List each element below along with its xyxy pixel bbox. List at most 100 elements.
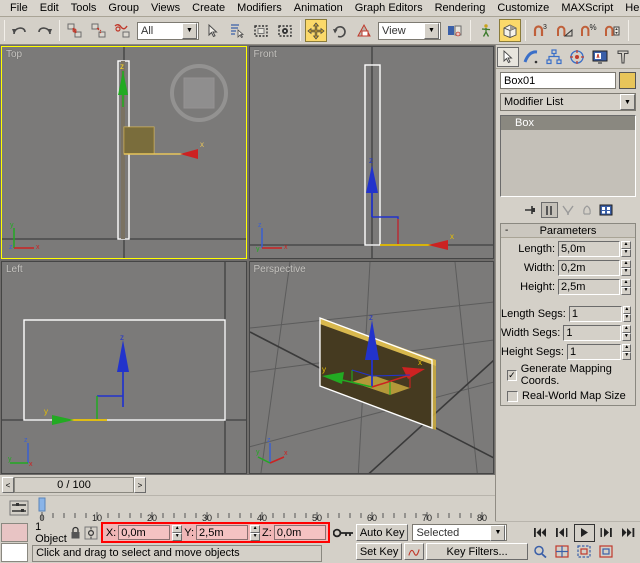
spinner-snap-toggle-button[interactable] bbox=[602, 19, 624, 42]
go-to-end-icon[interactable] bbox=[618, 524, 639, 542]
object-name-input[interactable]: Box01 bbox=[500, 72, 616, 89]
menu-item-maxscript[interactable]: MAXScript bbox=[555, 0, 619, 16]
time-slider-handle[interactable]: 0 / 100 bbox=[14, 477, 134, 493]
keyboard-shortcut-override-button[interactable] bbox=[499, 19, 521, 42]
reference-coordinate-system-dropdown[interactable]: View ▼ bbox=[378, 22, 441, 40]
tab-create[interactable] bbox=[497, 47, 519, 67]
modifier-list-dropdown[interactable]: Modifier List ▼ bbox=[500, 93, 636, 111]
pin-stack-icon[interactable] bbox=[522, 202, 539, 218]
selection-filter-dropdown[interactable]: All ▼ bbox=[137, 22, 199, 40]
configure-modifier-sets-icon[interactable] bbox=[598, 202, 615, 218]
chevron-down-icon[interactable]: ▼ bbox=[424, 23, 439, 39]
maxscript-mini-listener-output[interactable] bbox=[1, 543, 28, 562]
window-crossing-button[interactable] bbox=[274, 19, 296, 42]
make-unique-icon[interactable] bbox=[560, 202, 577, 218]
redo-button[interactable] bbox=[33, 19, 55, 42]
rectangular-selection-region-button[interactable] bbox=[250, 19, 272, 42]
tab-motion[interactable] bbox=[566, 47, 588, 67]
height-segs-input[interactable]: 1 bbox=[567, 344, 621, 360]
bind-to-space-warp-button[interactable] bbox=[112, 19, 134, 42]
menu-item-tools[interactable]: Tools bbox=[65, 0, 103, 16]
set-key-mode-icon[interactable] bbox=[404, 543, 424, 560]
menu-item-customize[interactable]: Customize bbox=[491, 0, 555, 16]
height-spinner[interactable]: ▲▼ bbox=[621, 279, 631, 295]
previous-frame-button[interactable]: < bbox=[2, 477, 14, 493]
chevron-down-icon[interactable]: ▼ bbox=[620, 94, 635, 110]
select-object-button[interactable] bbox=[202, 19, 224, 42]
collapse-toggle[interactable]: - bbox=[505, 225, 508, 236]
menu-item-file[interactable]: File bbox=[4, 0, 34, 16]
snap-toggle-button[interactable]: 3 bbox=[530, 19, 552, 42]
undo-button[interactable] bbox=[9, 19, 31, 42]
zoom-icon[interactable] bbox=[530, 543, 551, 561]
length-input[interactable]: 5,0m bbox=[558, 241, 620, 257]
parameters-rollout-header[interactable]: - Parameters bbox=[501, 224, 635, 238]
length-segs-spinner[interactable]: ▲▼ bbox=[623, 306, 631, 322]
y-spinner[interactable]: ▲▼ bbox=[250, 525, 260, 541]
viewport-left[interactable]: Left z y bbox=[1, 261, 247, 474]
menu-item-group[interactable]: Group bbox=[102, 0, 145, 16]
select-and-scale-button[interactable] bbox=[353, 19, 375, 42]
tab-modify[interactable] bbox=[520, 47, 542, 67]
menu-item-create[interactable]: Create bbox=[186, 0, 231, 16]
generate-mapping-coords-row[interactable]: ✓ Generate Mapping Coords. bbox=[507, 363, 635, 387]
menu-item-modifiers[interactable]: Modifiers bbox=[231, 0, 288, 16]
previous-frame-icon[interactable] bbox=[552, 524, 573, 542]
modifier-stack[interactable]: Box bbox=[500, 115, 636, 197]
real-world-map-size-row[interactable]: Real-World Map Size bbox=[507, 390, 635, 402]
select-by-name-button[interactable] bbox=[226, 19, 248, 42]
width-spinner[interactable]: ▲▼ bbox=[621, 260, 631, 276]
lock-icon[interactable] bbox=[70, 526, 81, 540]
zoom-extents-icon[interactable] bbox=[574, 543, 595, 561]
use-center-flyout-button[interactable] bbox=[444, 19, 466, 42]
real-world-map-size-checkbox[interactable] bbox=[507, 391, 518, 402]
menu-item-views[interactable]: Views bbox=[145, 0, 186, 16]
tab-hierarchy[interactable] bbox=[543, 47, 565, 67]
track-bar[interactable]: 0 1020 3040 5060 7080 bbox=[0, 495, 495, 521]
percent-snap-toggle-button[interactable]: % bbox=[578, 19, 600, 42]
length-spinner[interactable]: ▲▼ bbox=[621, 241, 631, 257]
menu-item-graph-editors[interactable]: Graph Editors bbox=[349, 0, 429, 16]
absolute-relative-toggle-icon[interactable] bbox=[84, 526, 98, 540]
x-spinner[interactable]: ▲▼ bbox=[172, 525, 182, 541]
menu-item-help[interactable]: Help bbox=[619, 0, 640, 16]
menu-item-edit[interactable]: Edit bbox=[34, 0, 65, 16]
viewport-front[interactable]: Front z x bbox=[249, 46, 495, 259]
object-color-swatch[interactable] bbox=[619, 72, 636, 89]
tab-display[interactable] bbox=[589, 47, 611, 67]
width-input[interactable]: 0,2m bbox=[558, 260, 620, 276]
play-animation-icon[interactable] bbox=[574, 524, 595, 542]
zoom-all-icon[interactable] bbox=[552, 543, 573, 561]
show-end-result-icon[interactable] bbox=[541, 202, 558, 218]
height-input[interactable]: 2,5m bbox=[558, 279, 620, 295]
select-and-manipulate-button[interactable] bbox=[475, 19, 497, 42]
z-coordinate-input[interactable]: 0,0m bbox=[274, 525, 326, 540]
menu-item-rendering[interactable]: Rendering bbox=[429, 0, 492, 16]
selection-level-dropdown[interactable]: Selected ▼ bbox=[412, 524, 507, 541]
maxscript-mini-listener-input[interactable] bbox=[1, 523, 28, 542]
key-icon[interactable] bbox=[333, 526, 355, 540]
width-segs-input[interactable]: 1 bbox=[563, 325, 620, 341]
stack-item-box[interactable]: Box bbox=[501, 116, 635, 130]
viewport-perspective[interactable]: Perspective bbox=[249, 261, 495, 474]
x-coordinate-input[interactable]: 0,0m bbox=[118, 525, 170, 540]
generate-mapping-coords-checkbox[interactable]: ✓ bbox=[507, 370, 517, 381]
maxscript-listener[interactable] bbox=[0, 522, 29, 563]
select-and-link-button[interactable] bbox=[64, 19, 86, 42]
remove-modifier-icon[interactable] bbox=[579, 202, 596, 218]
auto-key-button[interactable]: Auto Key bbox=[356, 524, 409, 541]
width-segs-spinner[interactable]: ▲▼ bbox=[622, 325, 631, 341]
next-frame-icon[interactable] bbox=[596, 524, 617, 542]
go-to-start-icon[interactable] bbox=[530, 524, 551, 542]
unlink-selection-button[interactable] bbox=[88, 19, 110, 42]
viewport-top[interactable]: Top bbox=[1, 46, 247, 259]
key-filters-button[interactable]: Key Filters... bbox=[426, 543, 527, 560]
menu-item-animation[interactable]: Animation bbox=[288, 0, 349, 16]
next-frame-button[interactable]: > bbox=[134, 477, 146, 493]
length-segs-input[interactable]: 1 bbox=[569, 306, 622, 322]
zoom-extents-all-icon[interactable] bbox=[596, 543, 617, 561]
chevron-down-icon[interactable]: ▼ bbox=[182, 23, 197, 39]
height-segs-spinner[interactable]: ▲▼ bbox=[622, 344, 631, 360]
set-key-button[interactable]: Set Key bbox=[356, 543, 403, 560]
select-and-move-button[interactable] bbox=[305, 19, 327, 42]
